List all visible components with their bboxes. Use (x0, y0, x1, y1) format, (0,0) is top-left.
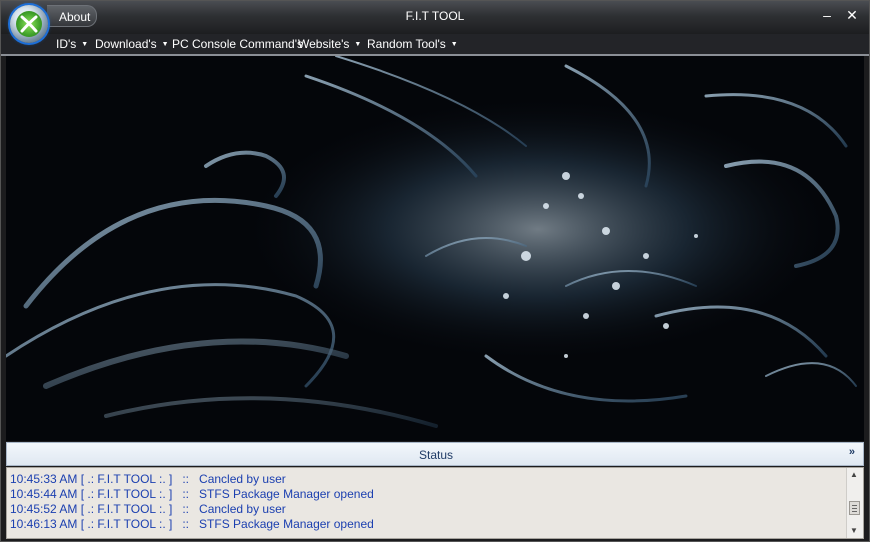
log-scrollbar[interactable]: ▲ ▼ (846, 468, 863, 538)
window-title: F.I.T TOOL (405, 9, 465, 23)
menu-websites[interactable]: Website's ▼ (298, 37, 361, 51)
menu-ids[interactable]: ID's ▼ (56, 37, 88, 51)
collapse-icon[interactable]: » (849, 446, 855, 458)
menu-downloads[interactable]: Download's ▼ (95, 37, 169, 51)
xbox-orb-icon[interactable] (10, 5, 48, 43)
scroll-down-icon[interactable]: ▼ (850, 526, 858, 535)
background-artwork (6, 56, 864, 441)
close-button[interactable]: ✕ (844, 7, 860, 23)
scroll-thumb[interactable] (849, 501, 860, 515)
status-panel-header[interactable]: Status » (6, 442, 864, 466)
chevron-down-icon: ▼ (161, 41, 169, 49)
menu-random-tools[interactable]: Random Tool's ▼ (367, 37, 458, 51)
scroll-up-icon[interactable]: ▲ (850, 470, 858, 479)
minimize-button[interactable]: – (819, 7, 835, 23)
title-bar: F.I.T TOOL About – ✕ (1, 1, 869, 34)
about-button[interactable]: About (47, 5, 97, 27)
chevron-down-icon: ▼ (354, 41, 362, 49)
status-label: Status (418, 448, 454, 462)
log-entry: 10:45:44 AM [ .: F.I.T TOOL :. ] :: STFS… (10, 487, 374, 501)
status-log[interactable]: 10:45:33 AM [ .: F.I.T TOOL :. ] :: Canc… (6, 467, 864, 539)
chevron-down-icon: ▼ (81, 41, 89, 49)
menu-pc-console-commands[interactable]: PC Console Command's (172, 37, 303, 51)
log-entry: 10:46:13 AM [ .: F.I.T TOOL :. ] :: STFS… (10, 517, 374, 531)
menu-bar: ID's ▼ Download's ▼ PC Console Command's W… (1, 34, 869, 56)
app-window: F.I.T TOOL About – ✕ ID's ▼ Download's ▼ P… (0, 0, 870, 542)
chevron-down-icon: ▼ (450, 41, 458, 49)
log-entry: 10:45:33 AM [ .: F.I.T TOOL :. ] :: Canc… (10, 472, 286, 486)
log-entry: 10:45:52 AM [ .: F.I.T TOOL :. ] :: Canc… (10, 502, 286, 516)
